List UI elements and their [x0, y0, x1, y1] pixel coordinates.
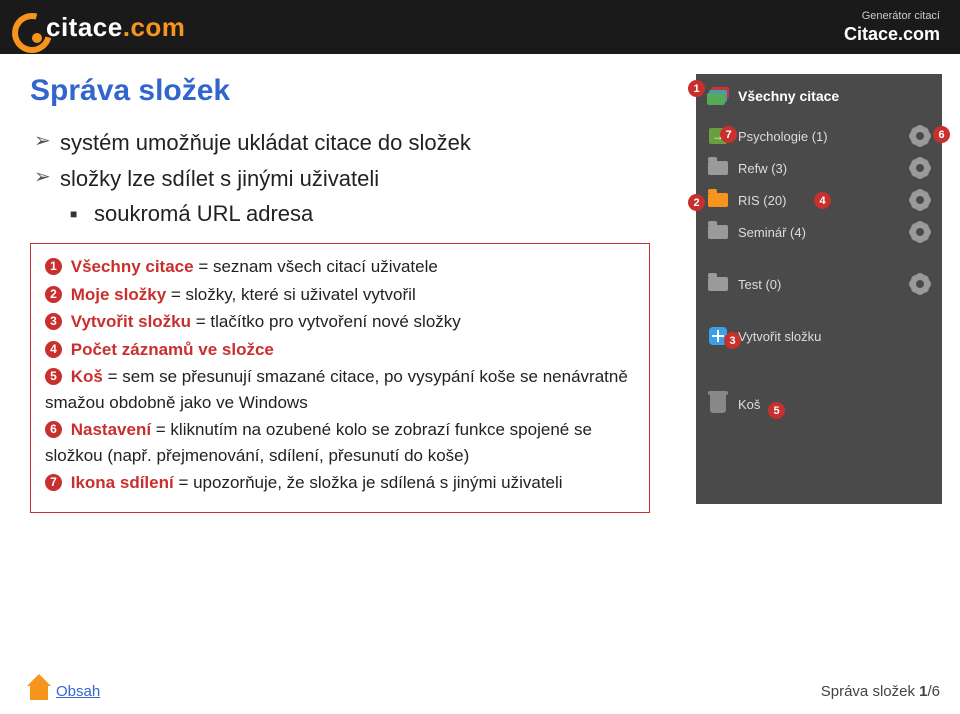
folder-icon [706, 272, 730, 296]
header-title: Citace.com [844, 24, 940, 45]
logo-icon [12, 13, 40, 41]
content-area: Správa složek systém umožňuje ukládat ci… [30, 74, 676, 513]
bullet-sub-item: soukromá URL adresa [70, 199, 676, 229]
sidebar-all-citations[interactable]: Všechny citace [696, 80, 942, 112]
annotation-marker-3: 3 [724, 332, 741, 349]
annotation-marker-7: 7 [720, 126, 737, 143]
bullet-item: složky lze sdílet s jinými uživateli [34, 164, 676, 194]
gear-icon[interactable] [908, 223, 932, 241]
trash-icon [706, 392, 730, 416]
sidebar-label: Psychologie (1) [738, 129, 908, 144]
folder-icon [706, 220, 730, 244]
sidebar-folder-item[interactable]: Seminář (4) [696, 216, 942, 248]
bullet-item: systém umožňuje ukládat citace do složek [34, 128, 676, 158]
legend-text: = upozorňuje, že složka je sdílená s jin… [174, 473, 563, 492]
folder-stack-icon [706, 84, 730, 108]
annotation-marker-1: 1 [688, 80, 705, 97]
sidebar-label: Refw (3) [738, 161, 908, 176]
marker-1-icon: 1 [45, 258, 62, 275]
contents-link[interactable]: Obsah [56, 683, 100, 700]
sidebar-folder-item[interactable]: Refw (3) [696, 152, 942, 184]
marker-7-icon: 7 [45, 474, 62, 491]
bullet-list: systém umožňuje ukládat citace do složek… [34, 128, 676, 229]
legend-line: 6 Nastavení = kliknutím na ozubené kolo … [45, 417, 635, 468]
annotation-marker-4: 4 [814, 192, 831, 209]
footer-label: Správa složek [821, 683, 919, 700]
legend-key: Moje složky [71, 285, 166, 304]
marker-5-icon: 5 [45, 368, 62, 385]
logo-main: citace [46, 12, 123, 42]
home-icon[interactable] [30, 684, 48, 700]
legend-key: Ikona sdílení [71, 473, 174, 492]
marker-2-icon: 2 [45, 286, 62, 303]
sidebar-label: Test (0) [738, 277, 908, 292]
footer-left: Obsah [30, 683, 100, 700]
header-right: Generátor citací Citace.com [844, 10, 940, 45]
sidebar-label: Seminář (4) [738, 225, 908, 240]
legend-box: 1 Všechny citace = seznam všech citací u… [30, 243, 650, 513]
legend-key: Všechny citace [71, 257, 194, 276]
marker-3-icon: 3 [45, 313, 62, 330]
legend-line: 1 Všechny citace = seznam všech citací u… [45, 254, 635, 280]
logo: citace.com [12, 12, 185, 43]
legend-key: Vytvořit složku [71, 312, 191, 331]
legend-text: = sem se přesunují smazané citace, po vy… [45, 367, 628, 412]
annotation-marker-5: 5 [768, 402, 785, 419]
logo-suffix: .com [123, 12, 186, 42]
app-header: citace.com Generátor citací Citace.com [0, 0, 960, 54]
legend-text: = složky, které si uživatel vytvořil [166, 285, 416, 304]
footer: Obsah Správa složek 1/6 [0, 683, 960, 700]
header-subtitle: Generátor citací [844, 10, 940, 22]
legend-key: Počet záznamů ve složce [71, 340, 274, 359]
annotation-marker-6: 6 [933, 126, 950, 143]
legend-key: Nastavení [71, 420, 151, 439]
legend-line: 2 Moje složky = složky, které si uživate… [45, 282, 635, 308]
marker-4-icon: 4 [45, 341, 62, 358]
page-total: 6 [932, 683, 940, 700]
logo-text: citace.com [46, 12, 185, 43]
gear-icon[interactable] [908, 127, 932, 145]
folder-icon [706, 188, 730, 212]
legend-text: = tlačítko pro vytvoření nové složky [191, 312, 461, 331]
legend-line: 5 Koš = sem se přesunují smazané citace,… [45, 364, 635, 415]
legend-key: Koš [71, 367, 103, 386]
gear-icon[interactable] [908, 191, 932, 209]
folder-sidebar: Všechny citace Psychologie (1) Refw (3) … [696, 74, 942, 504]
legend-text: = seznam všech citací uživatele [194, 257, 438, 276]
marker-6-icon: 6 [45, 421, 62, 438]
sidebar-label: Vytvořit složku [738, 329, 932, 344]
footer-right: Správa složek 1/6 [821, 683, 940, 700]
page-title: Správa složek [30, 74, 676, 108]
sidebar-trash[interactable]: Koš [696, 388, 942, 420]
legend-line: 4 Počet záznamů ve složce [45, 337, 635, 363]
sidebar-folder-item[interactable]: Test (0) [696, 268, 942, 300]
gear-icon[interactable] [908, 275, 932, 293]
legend-line: 7 Ikona sdílení = upozorňuje, že složka … [45, 470, 635, 496]
folder-icon [706, 156, 730, 180]
sidebar-label: Všechny citace [738, 88, 932, 104]
gear-icon[interactable] [908, 159, 932, 177]
annotation-marker-2: 2 [688, 194, 705, 211]
legend-line: 3 Vytvořit složku = tlačítko pro vytvoře… [45, 309, 635, 335]
